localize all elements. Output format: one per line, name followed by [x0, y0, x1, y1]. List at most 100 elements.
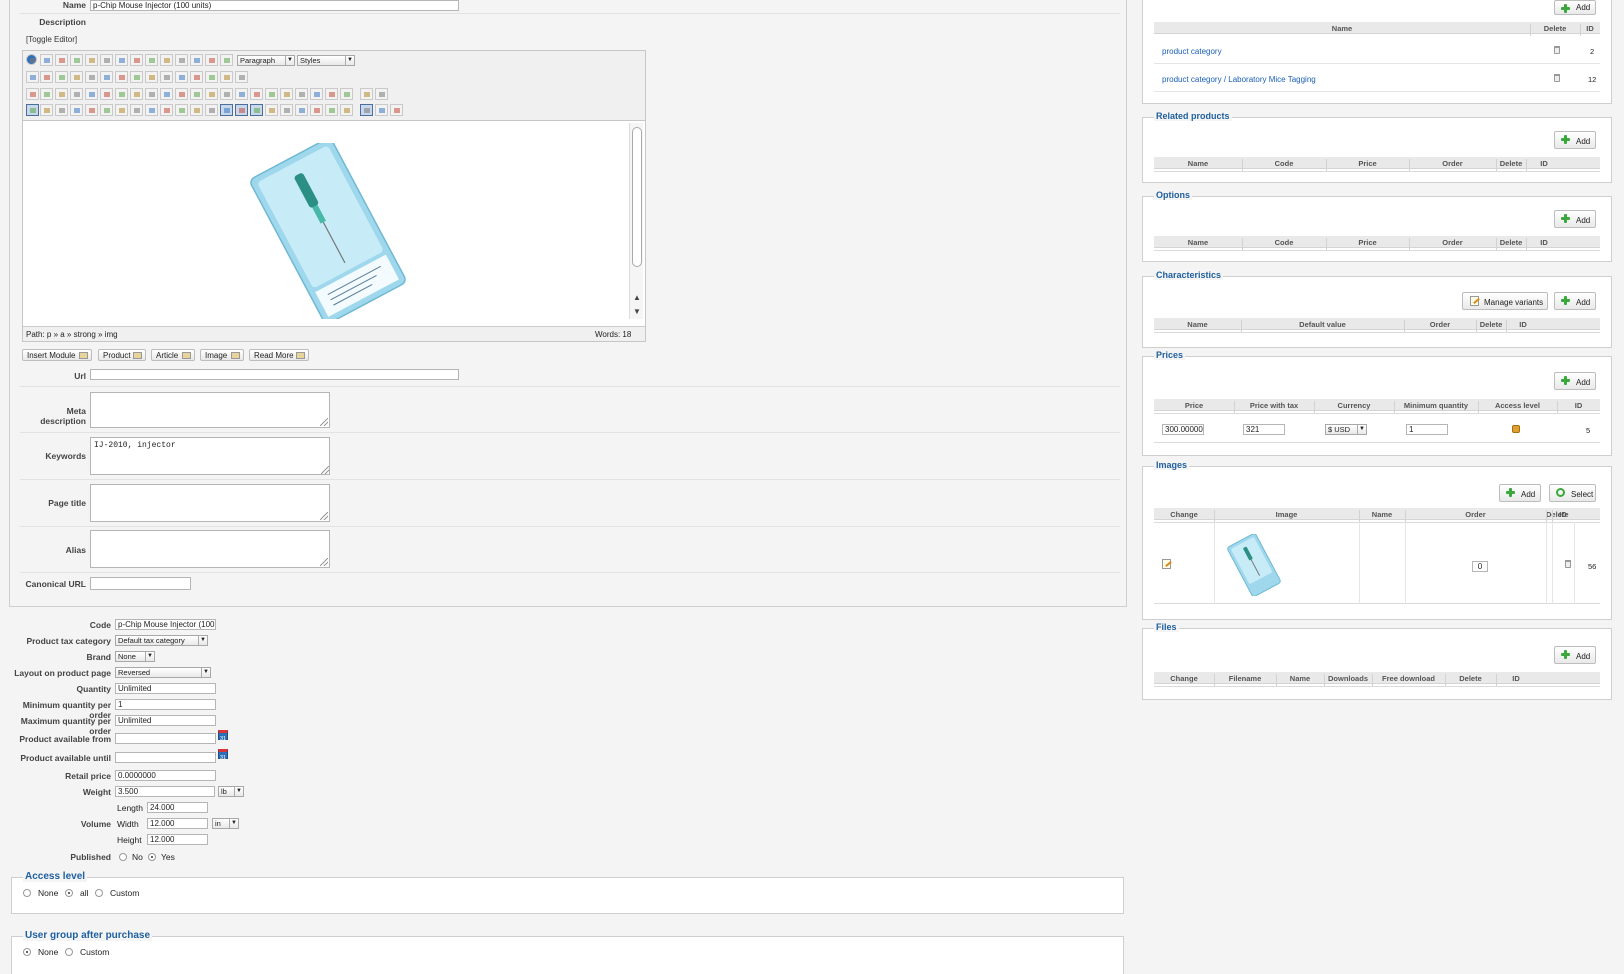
access-custom-radio[interactable]	[95, 889, 103, 897]
name-input[interactable]: p-Chip Mouse Injector (100 units)	[90, 0, 459, 11]
insert-insert-module-button[interactable]: Insert Module	[22, 349, 92, 361]
insert-read-more-button[interactable]: Read More	[249, 349, 309, 361]
editor-toolbar-button-icon[interactable]	[205, 88, 218, 100]
editor-toolbar-button-icon[interactable]	[55, 88, 68, 100]
files-add-button[interactable]: Add	[1554, 646, 1596, 664]
editor-toolbar-button-icon[interactable]	[310, 104, 323, 116]
page-title-textarea[interactable]	[90, 484, 330, 522]
editor-toolbar-button-icon[interactable]	[205, 71, 218, 83]
delete-icon[interactable]	[1554, 74, 1560, 82]
editor-toolbar-button-icon[interactable]	[26, 71, 39, 83]
editor-toolbar-button-icon[interactable]	[85, 71, 98, 83]
alias-textarea[interactable]	[90, 530, 330, 568]
editor-toolbar-button-icon[interactable]	[265, 88, 278, 100]
editor-toolbar-button-icon[interactable]	[145, 71, 158, 83]
editor-scroll-thumb[interactable]	[632, 127, 642, 267]
categories-add-button[interactable]: Add	[1554, 0, 1596, 15]
editor-toolbar-button-icon[interactable]	[190, 104, 203, 116]
editor-toolbar-button-icon[interactable]	[26, 104, 39, 116]
editor-toolbar-button-icon[interactable]	[55, 71, 68, 83]
editor-toolbar-button-icon[interactable]	[250, 88, 263, 100]
images-select-button[interactable]: Select	[1549, 484, 1596, 502]
editor-toolbar-button-icon[interactable]	[280, 88, 293, 100]
editor-toolbar-button-icon[interactable]	[26, 54, 37, 65]
editor-scrollbar[interactable]: ▲ ▼	[629, 123, 643, 319]
editor-toolbar-button-icon[interactable]	[190, 88, 203, 100]
editor-toolbar-button-icon[interactable]	[390, 104, 403, 116]
scroll-up-icon[interactable]: ▲	[633, 293, 641, 302]
manage-variants-button[interactable]: Manage variants	[1462, 292, 1548, 310]
editor-toolbar-button-icon[interactable]	[145, 88, 158, 100]
format-select[interactable]: Paragraph ▼	[237, 55, 295, 66]
editor-toolbar-button-icon[interactable]	[235, 71, 248, 83]
editor-toolbar-button-icon[interactable]	[145, 54, 158, 66]
editor-toolbar-button-icon[interactable]	[85, 88, 98, 100]
resize-grip-icon[interactable]	[320, 512, 328, 520]
prices-add-button[interactable]: Add	[1554, 372, 1596, 390]
editor-toolbar-button-icon[interactable]	[115, 54, 128, 66]
tax-category-select[interactable]: Default tax category ▼	[115, 635, 208, 646]
characteristics-add-button[interactable]: Add	[1554, 292, 1596, 310]
editor-toolbar-button-icon[interactable]	[115, 71, 128, 83]
editor-toolbar-button-icon[interactable]	[175, 104, 188, 116]
editor-toolbar-button-icon[interactable]	[160, 88, 173, 100]
minimum-quantity-input[interactable]: 1	[1406, 424, 1448, 435]
editor-toolbar-button-icon[interactable]	[360, 88, 373, 100]
editor-toolbar-button-icon[interactable]	[340, 104, 353, 116]
editor-toolbar-button-icon[interactable]	[325, 88, 338, 100]
code-input[interactable]: p-Chip Mouse Injector (100	[115, 619, 216, 630]
change-image-icon[interactable]	[1162, 559, 1171, 569]
editor-toolbar-button-icon[interactable]	[100, 88, 113, 100]
editor-toolbar-button-icon[interactable]	[250, 104, 263, 116]
editor-toolbar-button-icon[interactable]	[220, 54, 233, 66]
access-none-radio[interactable]	[23, 889, 31, 897]
image-order-input[interactable]: 0	[1472, 561, 1488, 572]
quantity-input[interactable]: Unlimited	[115, 683, 216, 694]
editor-toolbar-button-icon[interactable]	[100, 104, 113, 116]
editor-toolbar-button-icon[interactable]	[160, 71, 173, 83]
editor-toolbar-button-icon[interactable]	[220, 71, 233, 83]
weight-input[interactable]: 3.500	[115, 786, 215, 797]
product-image[interactable]	[243, 143, 413, 319]
resize-grip-icon[interactable]	[320, 558, 328, 566]
width-unit-select[interactable]: in ▼	[212, 818, 239, 829]
editor-toolbar-button-icon[interactable]	[130, 104, 143, 116]
editor-toolbar-button-icon[interactable]	[235, 104, 248, 116]
available-from-input[interactable]	[115, 733, 216, 744]
insert-image-button[interactable]: Image	[200, 349, 244, 361]
calendar-icon[interactable]: 31	[218, 730, 228, 742]
images-add-button[interactable]: Add	[1499, 484, 1541, 502]
min-quantity-input[interactable]: 1	[115, 699, 216, 710]
delete-icon[interactable]	[1565, 560, 1571, 568]
related-products-add-button[interactable]: Add	[1554, 131, 1596, 149]
insert-article-button[interactable]: Article	[151, 349, 195, 361]
options-add-button[interactable]: Add	[1554, 210, 1596, 228]
editor-toolbar-button-icon[interactable]	[175, 71, 188, 83]
width-input[interactable]: 12.000	[147, 818, 208, 829]
editor-toolbar-button-icon[interactable]	[160, 54, 173, 66]
editor-toolbar-button-icon[interactable]	[130, 71, 143, 83]
editor-toolbar-button-icon[interactable]	[265, 104, 278, 116]
currency-select[interactable]: $ USD ▼	[1325, 424, 1367, 435]
editor-toolbar-button-icon[interactable]	[70, 54, 83, 66]
user-group-custom-radio[interactable]	[65, 948, 73, 956]
editor-toolbar-button-icon[interactable]	[360, 104, 373, 116]
editor-toolbar-button-icon[interactable]	[175, 88, 188, 100]
editor-toolbar-button-icon[interactable]	[325, 104, 338, 116]
meta-description-textarea[interactable]	[90, 392, 330, 428]
resize-grip-icon[interactable]	[321, 466, 329, 474]
editor-toolbar-button-icon[interactable]	[375, 104, 388, 116]
height-input[interactable]: 12.000	[147, 834, 208, 845]
product-thumbnail[interactable]	[1224, 534, 1284, 596]
editor-toolbar-button-icon[interactable]	[70, 71, 83, 83]
styles-select[interactable]: Styles ▼	[297, 55, 355, 66]
editor-toolbar-button-icon[interactable]	[175, 54, 188, 66]
length-input[interactable]: 24.000	[147, 802, 208, 813]
canonical-url-input[interactable]	[90, 577, 191, 590]
editor-toolbar-button-icon[interactable]	[100, 54, 113, 66]
editor-toolbar-button-icon[interactable]	[115, 104, 128, 116]
available-until-input[interactable]	[115, 752, 216, 763]
calendar-icon[interactable]: 31	[218, 749, 228, 761]
retail-price-input[interactable]: 0.0000000	[115, 770, 216, 781]
published-no-radio[interactable]	[119, 853, 127, 861]
